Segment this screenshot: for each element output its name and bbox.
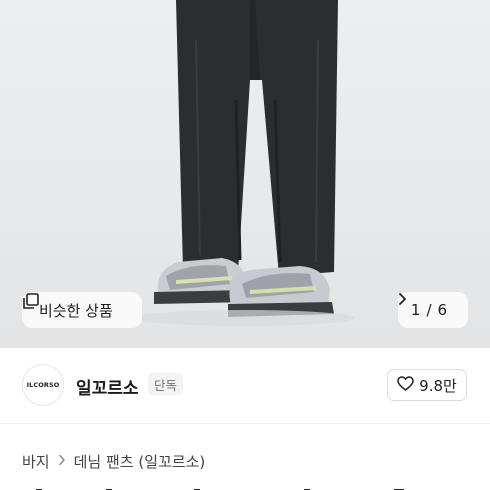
breadcrumb-item-denim[interactable]: 데님 팬츠 (일꼬르소) [74,451,206,472]
similar-products-label: 비슷한 상품 [39,301,113,320]
seller-name[interactable]: 일꼬르소 [76,374,139,399]
seller-row: ILCORSO 일꼬르소 단독 9.8만 [0,348,490,424]
image-counter[interactable]: 1 / 6 [398,292,468,328]
exclusive-badge: 단독 [148,373,184,395]
heart-outline-icon [397,375,414,395]
chevron-right-icon [58,454,66,470]
page-separator: / [426,301,432,319]
seller-logo-text: ILCORSO [26,381,60,389]
current-page: 1 / 6 [411,301,447,319]
breadcrumb-item-pants[interactable]: 바지 [22,451,50,472]
breadcrumb: 바지 데님 팬츠 (일꼬르소) [22,451,205,472]
like-button[interactable]: 9.8만 [387,369,467,401]
like-count: 9.8만 [419,376,457,395]
product-image-gallery[interactable]: 비슷한 상품 1 / 6 [0,0,490,348]
product-title-cut-off [22,482,482,490]
seller-logo[interactable]: ILCORSO [22,364,64,406]
total-pages: 6 [437,301,448,319]
current-page-number: 1 [410,301,421,319]
similar-products-button[interactable]: 비슷한 상품 [22,292,142,328]
